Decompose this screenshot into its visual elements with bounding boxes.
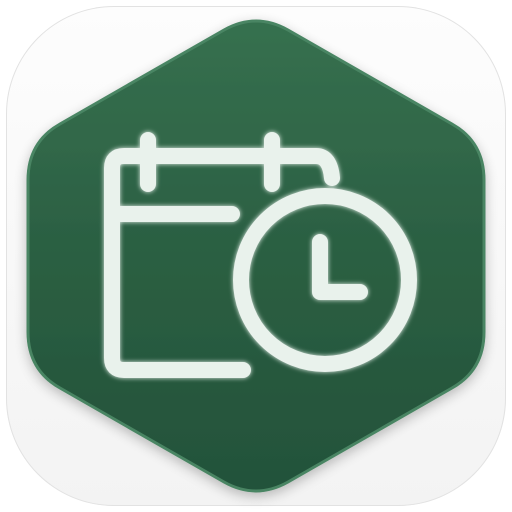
app-icon-canvas: [0, 0, 512, 512]
hexagon-shape: [26, 19, 486, 493]
app-icon-tile[interactable]: [6, 6, 506, 506]
app-icon-graphic: [26, 19, 486, 493]
